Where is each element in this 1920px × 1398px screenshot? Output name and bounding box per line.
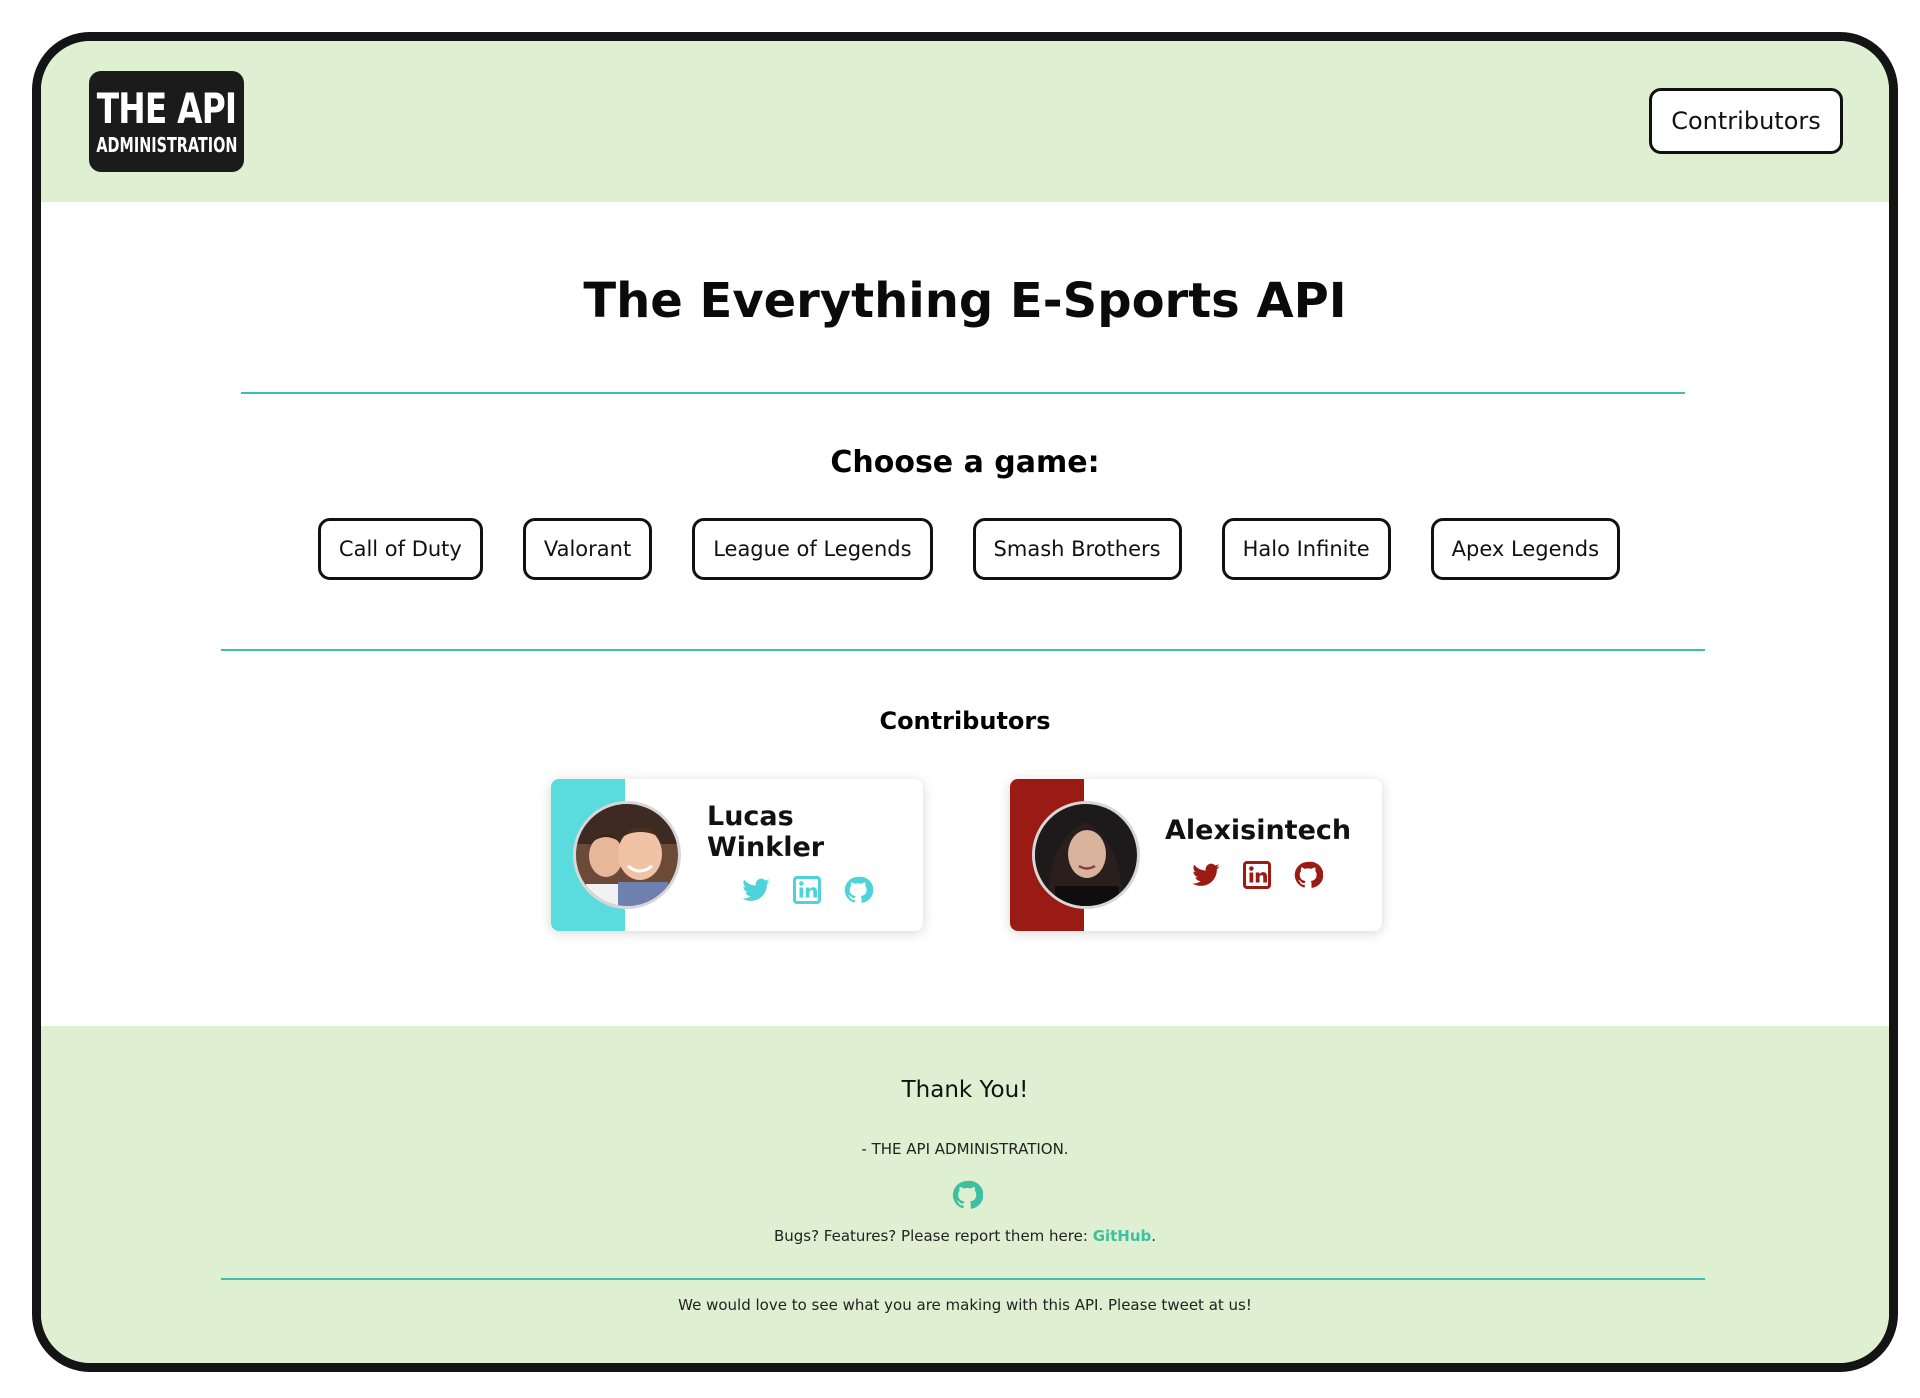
bugs-end: . xyxy=(1151,1227,1157,1245)
footer-signoff: - THE API ADMINISTRATION. xyxy=(861,1140,1069,1158)
bugs-text: Bugs? Features? Please report them here: xyxy=(773,1227,1093,1245)
game-button-apex-legends[interactable]: Apex Legends xyxy=(1430,518,1621,580)
game-button-call-of-duty[interactable]: Call of Duty xyxy=(317,518,483,580)
contributor-name: Alexisintech xyxy=(1165,815,1352,846)
divider xyxy=(221,1278,1705,1280)
game-button-list: Call of Duty Valorant League of Legends … xyxy=(41,518,1889,580)
github-icon[interactable] xyxy=(951,1179,984,1211)
contributor-card: Alexisintech xyxy=(1010,779,1382,931)
site-header: THE API ADMINISTRATION Contributors xyxy=(41,41,1889,202)
contributors-heading: Contributors xyxy=(879,707,1051,735)
twitter-icon[interactable] xyxy=(741,875,771,905)
divider xyxy=(241,392,1685,394)
github-icon[interactable] xyxy=(1293,860,1323,890)
game-button-halo-infinite[interactable]: Halo Infinite xyxy=(1221,518,1391,580)
avatar xyxy=(1032,801,1140,909)
footer-bugs-note: Bugs? Features? Please report them here:… xyxy=(41,1227,1889,1245)
contributors-nav-button[interactable]: Contributors xyxy=(1649,88,1843,154)
github-icon[interactable] xyxy=(843,875,873,905)
logo-title: THE API xyxy=(96,83,237,133)
footer-tweet-note: We would love to see what you are making… xyxy=(678,1296,1252,1314)
choose-game-heading: Choose a game: xyxy=(830,445,1100,480)
divider xyxy=(221,649,1705,651)
app-frame: THE API ADMINISTRATION Contributors The … xyxy=(32,32,1898,1372)
game-button-league-of-legends[interactable]: League of Legends xyxy=(692,518,933,580)
footer-thanks: Thank You! xyxy=(901,1077,1029,1103)
social-links xyxy=(1191,860,1323,890)
logo-subtitle: ADMINISTRATION xyxy=(96,132,237,157)
linkedin-icon[interactable] xyxy=(792,875,822,905)
social-links xyxy=(741,875,873,905)
linkedin-icon[interactable] xyxy=(1242,860,1272,890)
site-logo[interactable]: THE API ADMINISTRATION xyxy=(89,71,244,172)
avatar xyxy=(573,801,681,909)
contributor-name: Lucas Winkler xyxy=(707,801,825,863)
github-link[interactable]: GitHub xyxy=(1093,1227,1152,1245)
page-title: The Everything E-Sports API xyxy=(583,273,1347,329)
twitter-icon[interactable] xyxy=(1191,860,1221,890)
game-button-smash-brothers[interactable]: Smash Brothers xyxy=(972,518,1182,580)
game-button-valorant[interactable]: Valorant xyxy=(522,518,653,580)
contributor-card: Lucas Winkler xyxy=(551,779,923,931)
